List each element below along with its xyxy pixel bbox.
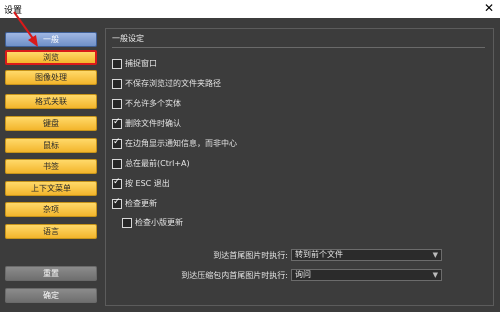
checkbox[interactable]	[112, 117, 122, 129]
sidebar-item-keyboard[interactable]: 键盘	[5, 116, 97, 131]
option-label: 删除文件时确认	[125, 119, 181, 128]
ok-button[interactable]: 确定	[5, 288, 97, 303]
sidebar-item-format-association[interactable]: 格式关联	[5, 94, 97, 109]
checkbox[interactable]	[112, 79, 122, 89]
checkbox[interactable]	[112, 159, 122, 169]
archive-image-label: 到达压缩包内首尾图片时执行:	[181, 271, 288, 280]
sidebar-item-bookmarks[interactable]: 书签	[5, 159, 97, 174]
chevron-down-icon: ▼	[432, 271, 438, 279]
window-title: 设置	[4, 6, 23, 16]
option-label: 不保存浏览过的文件夹路径	[125, 79, 221, 88]
sidebar-item-context-menu[interactable]: 上下文菜单	[5, 181, 97, 196]
reset-button[interactable]: 重置	[5, 266, 97, 281]
option-label: 总在最前(Ctrl+A)	[125, 159, 190, 168]
first-last-image-select[interactable]: 转到前个文件 ▼	[291, 249, 442, 261]
checkbox[interactable]	[112, 177, 122, 189]
checkbox[interactable]	[122, 218, 132, 228]
panel-title: 一般设定	[112, 34, 144, 43]
sidebar-item-image-processing[interactable]: 图像处理	[5, 70, 97, 85]
option-label: 检查小版更新	[135, 218, 183, 227]
checkbox[interactable]	[112, 137, 122, 149]
sidebar-item-browse[interactable]: 浏览	[5, 50, 97, 65]
option-label: 检查更新	[125, 199, 157, 208]
option-label: 捕捉窗口	[125, 59, 157, 68]
divider	[112, 47, 485, 48]
sidebar-item-misc[interactable]: 杂项	[5, 202, 97, 217]
chevron-down-icon: ▼	[432, 251, 438, 259]
first-last-image-label: 到达首尾图片时执行:	[213, 251, 288, 260]
select-value: 转到前个文件	[295, 250, 343, 259]
option-label: 按 ESC 退出	[125, 179, 170, 188]
select-value: 询问	[295, 270, 311, 279]
sidebar-item-language[interactable]: 语言	[5, 224, 97, 239]
window-titlebar: 设置 ✕	[0, 0, 500, 18]
checkbox[interactable]	[112, 197, 122, 209]
settings-panel: 一般设定 捕捉窗口 不保存浏览过的文件夹路径 不允许多个实体 删除文件时确认 在…	[105, 28, 494, 306]
sidebar-item-mouse[interactable]: 鼠标	[5, 138, 97, 153]
close-icon[interactable]: ✕	[484, 1, 494, 15]
checkbox[interactable]	[112, 99, 122, 109]
checkbox[interactable]	[112, 59, 122, 69]
option-label: 在边角显示通知信息，而非中心	[125, 139, 237, 148]
option-label: 不允许多个实体	[125, 99, 181, 108]
archive-image-select[interactable]: 询问 ▼	[291, 269, 442, 281]
sidebar-item-general[interactable]: 一般	[5, 32, 97, 47]
